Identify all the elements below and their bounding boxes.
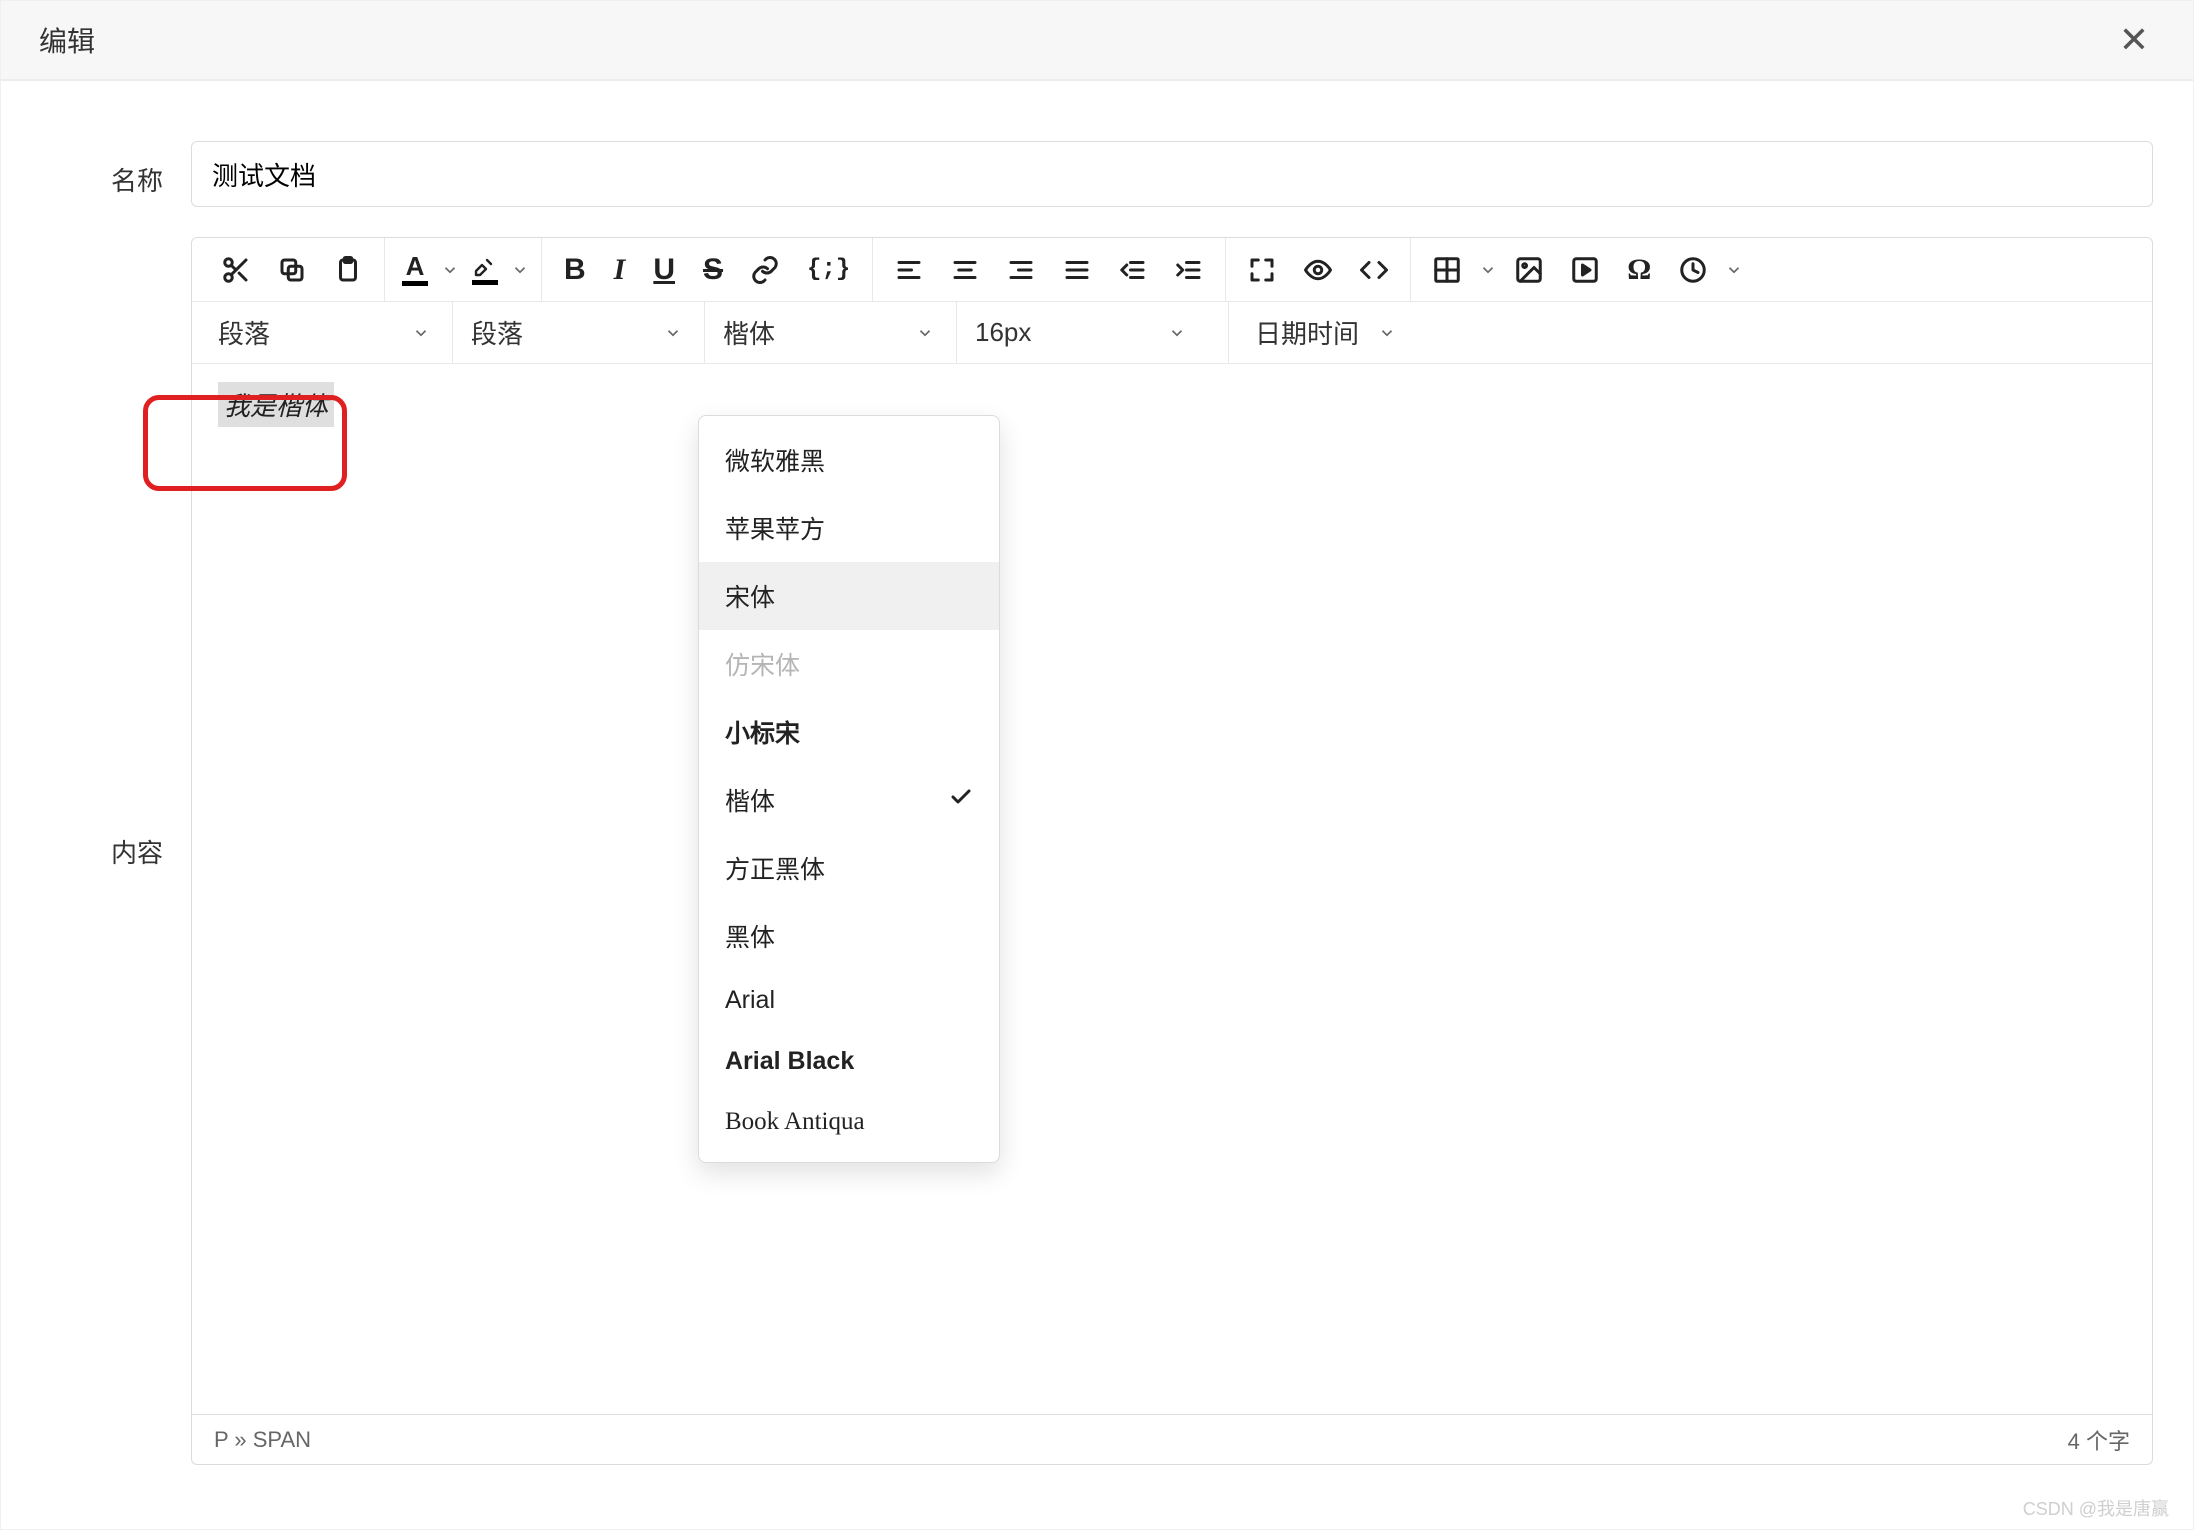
chevron-down-icon: [912, 309, 938, 357]
datetime-select[interactable]: 日期时间: [1228, 302, 1418, 363]
font-option-label: 黑体: [725, 918, 775, 954]
name-label: 名称: [41, 141, 191, 198]
block-format-2-value: 段落: [471, 314, 523, 351]
modal-body: 名称 内容 A: [1, 81, 2193, 1535]
font-option-label: Arial: [725, 986, 775, 1015]
check-icon: [949, 785, 973, 816]
strike-button[interactable]: S: [693, 246, 733, 294]
rich-editor: A B I U S {;}: [191, 237, 2153, 1415]
cut-icon[interactable]: [212, 246, 260, 294]
preview-icon[interactable]: [1294, 246, 1342, 294]
selected-text[interactable]: 我是楷体: [218, 382, 334, 427]
font-option[interactable]: 小标宋: [699, 698, 999, 766]
content-row: 内容 A: [41, 237, 2153, 1465]
name-input[interactable]: [191, 141, 2153, 207]
bold-button[interactable]: B: [554, 246, 596, 294]
chevron-down-icon: [408, 309, 434, 357]
font-option[interactable]: Book Antiqua: [699, 1092, 999, 1152]
font-option-label: 小标宋: [725, 714, 800, 750]
align-right-icon[interactable]: [997, 246, 1045, 294]
name-row: 名称: [41, 141, 2153, 207]
font-option[interactable]: 仿宋体: [699, 630, 999, 698]
text-color-button[interactable]: A: [397, 246, 433, 294]
history-chevron-icon[interactable]: [1721, 246, 1747, 294]
font-option[interactable]: 苹果苹方: [699, 494, 999, 562]
font-family-value: 楷体: [723, 314, 775, 351]
font-size-value: 16px: [975, 317, 1031, 348]
special-char-icon[interactable]: Ω: [1617, 246, 1661, 294]
table-icon[interactable]: [1423, 246, 1471, 294]
align-justify-icon[interactable]: [1053, 246, 1101, 294]
font-option-label: 仿宋体: [725, 646, 800, 682]
code-block-button[interactable]: {;}: [797, 246, 860, 294]
font-family-dropdown: 微软雅黑苹果苹方宋体仿宋体小标宋楷体方正黑体黑体 Arial Arial Black…: [698, 415, 1000, 1163]
chevron-down-icon: [1164, 309, 1190, 357]
modal-title: 编辑: [39, 20, 95, 60]
watermark: CSDN @我是唐赢: [2023, 1495, 2169, 1521]
font-option-label: 微软雅黑: [725, 442, 825, 478]
font-option[interactable]: Arial Black: [699, 1031, 999, 1092]
copy-icon[interactable]: [268, 246, 316, 294]
toolbar-row-1: A B I U S {;}: [192, 238, 2152, 302]
toolbar-row-2: 段落 段落 楷体 16px: [192, 302, 2152, 364]
editor-content-area[interactable]: 我是楷体: [192, 364, 2152, 1414]
font-option-label: 宋体: [725, 578, 775, 614]
chevron-down-icon: [660, 309, 686, 357]
font-option[interactable]: 黑体: [699, 902, 999, 970]
block-format-select-1[interactable]: 段落: [200, 302, 452, 363]
align-center-icon[interactable]: [941, 246, 989, 294]
history-icon[interactable]: [1669, 246, 1717, 294]
font-option[interactable]: 微软雅黑: [699, 426, 999, 494]
indent-icon[interactable]: [1165, 246, 1213, 294]
source-code-icon[interactable]: [1350, 246, 1398, 294]
block-format-select-2[interactable]: 段落: [452, 302, 704, 363]
close-icon[interactable]: ✕: [2113, 16, 2155, 64]
font-option[interactable]: 宋体: [699, 562, 999, 630]
underline-button[interactable]: U: [643, 246, 685, 294]
align-left-icon[interactable]: [885, 246, 933, 294]
font-family-select[interactable]: 楷体: [704, 302, 956, 363]
highlight-chevron-icon[interactable]: [507, 246, 533, 294]
italic-button[interactable]: I: [604, 246, 636, 294]
image-icon[interactable]: [1505, 246, 1553, 294]
editor-statusbar: P » SPAN 4 个字: [191, 1415, 2153, 1465]
font-option[interactable]: Arial: [699, 970, 999, 1031]
paste-icon[interactable]: [324, 246, 372, 294]
link-icon[interactable]: [741, 246, 789, 294]
font-option-label: Book Antiqua: [725, 1108, 865, 1136]
highlight-color-button[interactable]: [467, 246, 503, 294]
font-option-label: Arial Black: [725, 1047, 854, 1076]
modal-titlebar: 编辑 ✕: [1, 1, 2193, 81]
word-count: 4 个字: [2068, 1424, 2130, 1456]
font-option[interactable]: 楷体: [699, 766, 999, 834]
outdent-icon[interactable]: [1109, 246, 1157, 294]
media-icon[interactable]: [1561, 246, 1609, 294]
font-option[interactable]: 方正黑体: [699, 834, 999, 902]
content-label: 内容: [41, 833, 191, 870]
block-format-1-value: 段落: [218, 314, 270, 351]
fullscreen-icon[interactable]: [1238, 246, 1286, 294]
text-color-chevron-icon[interactable]: [437, 246, 463, 294]
edit-modal: 编辑 ✕ 名称 内容: [0, 0, 2194, 1530]
table-chevron-icon[interactable]: [1475, 246, 1501, 294]
font-option-label: 楷体: [725, 782, 775, 818]
font-option-label: 苹果苹方: [725, 510, 825, 546]
font-size-select[interactable]: 16px: [956, 302, 1208, 363]
datetime-value: 日期时间: [1255, 314, 1359, 351]
font-option-label: 方正黑体: [725, 850, 825, 886]
element-path[interactable]: P » SPAN: [214, 1427, 311, 1453]
chevron-down-icon: [1374, 309, 1400, 357]
